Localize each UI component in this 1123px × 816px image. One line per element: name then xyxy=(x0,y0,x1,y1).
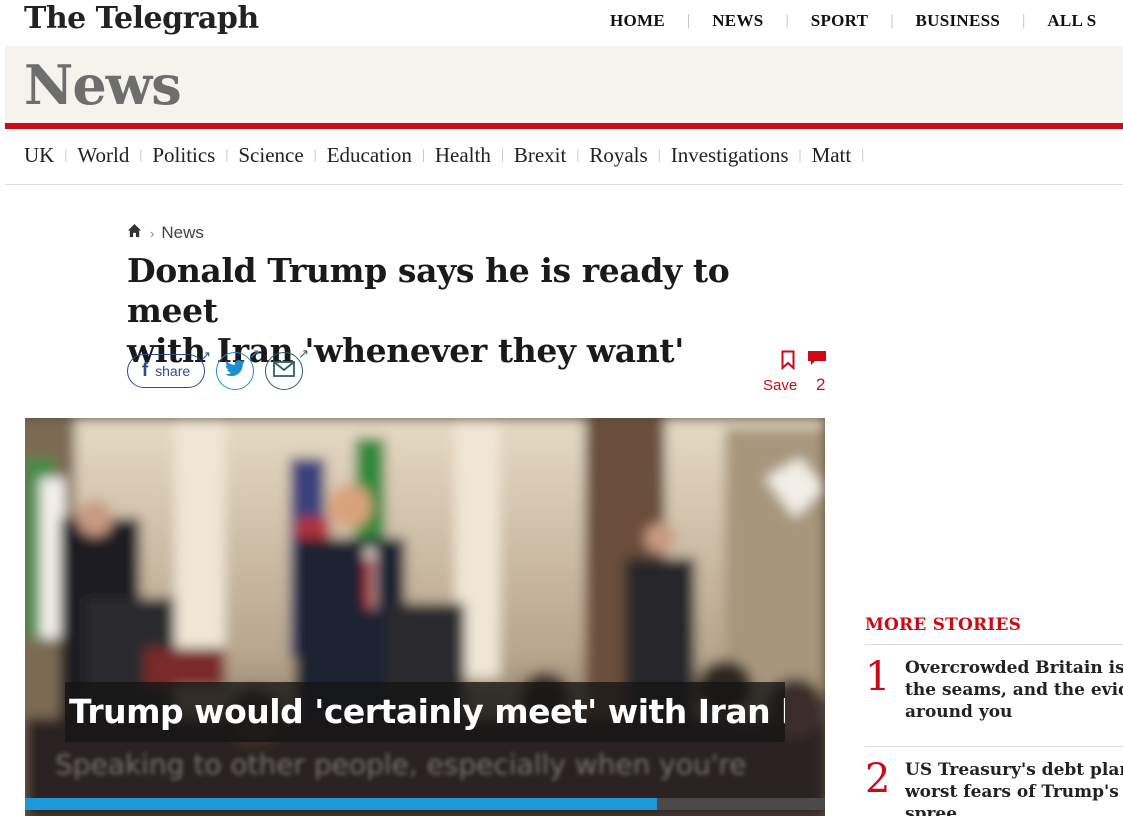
headline-line-1: Donald Trump says he is ready to meet xyxy=(127,251,730,330)
video-subtitle: Speaking to other people, especially whe… xyxy=(55,748,747,781)
comment-icon[interactable] xyxy=(807,350,827,373)
page: The Telegraph HOME | NEWS | SPORT | BUSI… xyxy=(5,0,1123,816)
story-headline-line: US Treasury's debt plan c xyxy=(905,760,1123,780)
external-link-icon: ↗ xyxy=(249,347,260,362)
nav-separator: | xyxy=(1022,12,1026,29)
subnav-separator: | xyxy=(798,147,802,163)
breadcrumb: › News xyxy=(127,223,204,243)
subnav-separator: | xyxy=(139,147,143,163)
facebook-share-button[interactable]: f share ↗ xyxy=(127,350,211,388)
subnav-separator: | xyxy=(861,147,865,163)
story-headline[interactable]: US Treasury's debt plan c worst fears of… xyxy=(905,759,1123,816)
twitter-icon xyxy=(224,359,246,383)
section-red-rule xyxy=(5,123,1123,129)
telegraph-logo[interactable]: The Telegraph xyxy=(24,0,259,38)
nav-separator: | xyxy=(785,12,789,29)
story-headline-line: around you xyxy=(905,702,1013,722)
home-icon[interactable] xyxy=(127,223,142,243)
section-banner: News xyxy=(5,46,1123,123)
masthead: The Telegraph HOME | NEWS | SPORT | BUSI… xyxy=(5,0,1123,46)
comment-count[interactable]: 2 xyxy=(816,375,825,395)
section-title[interactable]: News xyxy=(24,52,182,118)
subnav-matt[interactable]: Matt xyxy=(812,143,852,168)
top-nav-home[interactable]: HOME xyxy=(610,11,665,31)
subnav-politics[interactable]: Politics xyxy=(152,143,215,168)
share-bar: f share ↗ ↗ ↗ xyxy=(127,348,309,390)
twitter-share-button[interactable]: ↗ xyxy=(216,348,260,390)
video-player[interactable]: Trump would 'certainly meet' with Iran l… xyxy=(25,418,825,816)
more-stories-title: MORE STORIES xyxy=(865,615,1022,635)
external-link-icon: ↗ xyxy=(200,349,211,364)
subnav-royals[interactable]: Royals xyxy=(589,143,647,168)
subnav-separator: | xyxy=(500,147,504,163)
story-item[interactable]: 1 Overcrowded Britain is b the seams, an… xyxy=(865,657,1123,745)
story-item[interactable]: 2 US Treasury's debt plan c worst fears … xyxy=(865,759,1123,816)
subnav-separator: | xyxy=(64,147,68,163)
top-nav-all-sections[interactable]: ALL S xyxy=(1047,11,1096,31)
subnav-divider xyxy=(5,184,1123,185)
breadcrumb-section-link[interactable]: News xyxy=(161,223,204,243)
video-progress-fill xyxy=(25,798,657,810)
top-nav-business[interactable]: BUSINESS xyxy=(916,11,1001,31)
external-link-icon: ↗ xyxy=(298,347,309,362)
top-nav: HOME | NEWS | SPORT | BUSINESS | ALL S xyxy=(610,11,1097,31)
bookmark-icon[interactable] xyxy=(781,350,795,375)
story-headline[interactable]: Overcrowded Britain is b the seams, and … xyxy=(905,657,1123,723)
top-nav-news[interactable]: NEWS xyxy=(712,11,763,31)
subnav-uk[interactable]: UK xyxy=(24,143,54,168)
subnav-investigations[interactable]: Investigations xyxy=(671,143,789,168)
story-headline-line: worst fears of Trump's ru xyxy=(905,782,1123,802)
email-share-button[interactable]: ↗ xyxy=(265,348,309,390)
subnav-separator: | xyxy=(657,147,661,163)
more-stories-divider xyxy=(865,644,1123,645)
breadcrumb-chevron-icon: › xyxy=(150,225,155,241)
subnav-education[interactable]: Education xyxy=(327,143,412,168)
more-stories: MORE STORIES 1 Overcrowded Britain is b … xyxy=(865,615,1123,816)
story-number: 1 xyxy=(865,654,891,700)
subnav-science[interactable]: Science xyxy=(238,143,303,168)
subnav-brexit[interactable]: Brexit xyxy=(514,143,567,168)
subnav-separator: | xyxy=(225,147,229,163)
top-nav-sport[interactable]: SPORT xyxy=(811,11,869,31)
article-actions: Save 2 xyxy=(763,350,831,398)
nav-separator: | xyxy=(687,12,691,29)
video-progress-bar[interactable] xyxy=(25,798,825,810)
story-number: 2 xyxy=(865,756,891,802)
email-icon xyxy=(273,360,295,382)
story-headline-line: spree xyxy=(905,804,958,816)
subnav-separator: | xyxy=(576,147,580,163)
subnav-health[interactable]: Health xyxy=(435,143,491,168)
subnav-world[interactable]: World xyxy=(77,143,129,168)
story-headline-line: Overcrowded Britain is b xyxy=(905,658,1123,678)
video-caption: Trump would 'certainly meet' with Iran l… xyxy=(65,682,785,742)
nav-separator: | xyxy=(890,12,894,29)
subnav-separator: | xyxy=(313,147,317,163)
section-subnav: UK | World | Politics | Science | Educat… xyxy=(24,143,874,168)
subnav-separator: | xyxy=(421,147,425,163)
save-button[interactable]: Save xyxy=(763,377,797,394)
facebook-icon: f xyxy=(141,360,149,381)
story-headline-line: the seams, and the evider xyxy=(905,680,1123,700)
more-stories-divider xyxy=(865,746,1123,747)
facebook-share-label: share xyxy=(155,363,191,379)
